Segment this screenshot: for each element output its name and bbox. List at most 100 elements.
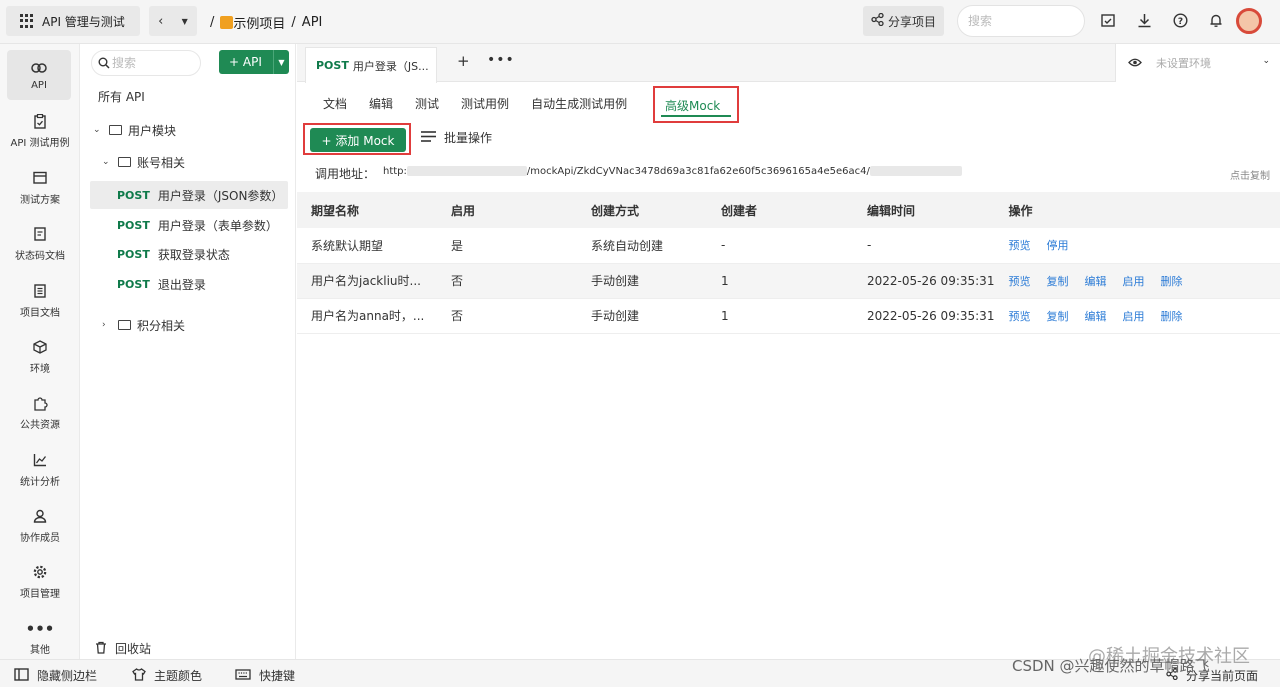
col-header: 创建方式 — [577, 192, 707, 228]
nav-label: 项目文档 — [20, 307, 60, 319]
preview-link[interactable]: 预览 — [1008, 239, 1030, 252]
tree-folder-account[interactable]: ⌄ 账号相关 — [81, 148, 296, 176]
tree-folder-points[interactable]: › 积分相关 — [81, 311, 296, 339]
shortcuts-button[interactable]: 快捷键 — [235, 667, 295, 684]
url-path: /mockApi/ZkdCyVNac3478d69a3c81fa62e60f5c… — [526, 166, 870, 177]
tab-edit[interactable]: 编辑 — [369, 94, 393, 118]
breadcrumb-sep: / — [210, 15, 215, 30]
calendar-check-icon[interactable] — [1100, 10, 1116, 30]
help-icon[interactable]: ? — [1172, 10, 1188, 30]
breadcrumb-api[interactable]: API — [302, 15, 323, 30]
disable-link[interactable]: 停用 — [1046, 239, 1068, 252]
folder-icon — [118, 320, 131, 330]
tree-folder-user-module[interactable]: ⌄ 用户模块 — [81, 116, 296, 144]
method-badge: POST — [117, 277, 150, 291]
trash-button[interactable]: 回收站 — [95, 640, 151, 657]
breadcrumb-project[interactable]: 示例项目 — [233, 13, 285, 32]
cell-name: 用户名为jackliu时... — [297, 263, 437, 299]
preview-link[interactable]: 预览 — [1008, 310, 1030, 323]
tree-api-item[interactable]: POST 用户登录（表单参数） — [81, 211, 296, 239]
tab-advanced-mock[interactable]: 高级Mock — [653, 86, 739, 123]
shortcuts-label: 快捷键 — [259, 669, 296, 683]
nav-item-shared-resources[interactable]: 公共资源 — [0, 388, 80, 438]
cell-enabled: 否 — [437, 263, 577, 299]
enable-link[interactable]: 启用 — [1122, 310, 1144, 323]
nav-item-environment[interactable]: 环境 — [0, 332, 80, 382]
nav-item-members[interactable]: 协作成员 — [0, 501, 80, 551]
trash-icon — [95, 641, 107, 657]
nav-item-statistics[interactable]: 统计分析 — [0, 445, 80, 495]
tree-api-item[interactable]: POST 获取登录状态 — [81, 240, 296, 268]
user-icon — [33, 509, 47, 525]
plus-icon[interactable]: + — [457, 52, 470, 70]
download-icon[interactable] — [1136, 10, 1152, 30]
nav-item-project-settings[interactable]: 项目管理 — [0, 557, 80, 607]
nav-item-status-docs[interactable]: 状态码文档 — [0, 219, 80, 269]
tree-api-item[interactable]: POST 用户登录（JSON参数） — [90, 181, 288, 209]
cube-icon — [33, 339, 47, 356]
tab-docs[interactable]: 文档 — [323, 94, 347, 118]
environment-select[interactable]: 未设置环境 ⌄ — [1115, 44, 1280, 82]
cell-creator: 1 — [707, 298, 853, 334]
table-row[interactable]: 用户名为anna时，... 否 手动创建 1 2022-05-26 09:35:… — [297, 298, 1280, 334]
nav-item-api[interactable]: API — [7, 50, 71, 100]
back-button[interactable]: ‹ ▼ — [149, 6, 197, 36]
chevron-down-icon[interactable]: ⌄ — [93, 125, 105, 135]
nav-item-more[interactable]: ••• 其他 — [0, 613, 80, 663]
theme-color-button[interactable]: 主题颜色 — [132, 667, 202, 684]
chevron-left-icon[interactable]: ‹ — [158, 14, 163, 29]
hide-sidebar-button[interactable]: 隐藏侧边栏 — [14, 667, 97, 684]
redacted — [869, 166, 962, 176]
cell-creator: 1 — [707, 263, 853, 299]
mock-toolbar: + 添加 Mock 批量操作 — [303, 123, 1280, 157]
app-switcher-button[interactable]: API 管理与测试 — [6, 6, 140, 36]
grid-icon — [20, 14, 34, 28]
table-row[interactable]: 用户名为jackliu时... 否 手动创建 1 2022-05-26 09:3… — [297, 263, 1280, 299]
chevron-right-icon[interactable]: › — [102, 320, 114, 330]
chevron-down-icon[interactable]: ⌄ — [102, 157, 114, 167]
bell-icon[interactable] — [1208, 10, 1224, 30]
enable-link[interactable]: 启用 — [1122, 275, 1144, 288]
tab-test-cases[interactable]: 测试用例 — [461, 94, 509, 118]
cell-creator: - — [707, 228, 853, 264]
share-project-button[interactable]: 分享项目 — [863, 6, 944, 36]
caret-down-icon[interactable]: ▼ — [182, 17, 188, 26]
top-bar: API 管理与测试 ‹ ▼ / 示例项目 / API 分享项目 搜索 ? — [0, 0, 1280, 44]
tab-test[interactable]: 测试 — [415, 94, 439, 118]
tree-search-input[interactable]: 搜索 — [91, 50, 201, 76]
tree-all-apis[interactable]: 所有 API — [81, 82, 296, 110]
top-search-input[interactable]: 搜索 — [957, 5, 1085, 37]
cell-name: 用户名为anna时，... — [297, 298, 437, 334]
caret-down-icon[interactable]: ▼ — [273, 50, 289, 74]
preview-link[interactable]: 预览 — [1008, 275, 1030, 288]
tree-api-item[interactable]: POST 退出登录 — [81, 270, 296, 298]
eye-icon[interactable] — [1128, 56, 1142, 70]
avatar[interactable] — [1236, 8, 1262, 34]
add-mock-button[interactable]: + 添加 Mock — [310, 128, 406, 152]
delete-link[interactable]: 删除 — [1160, 310, 1182, 323]
shirt-icon — [132, 667, 146, 684]
cell-enabled: 是 — [437, 228, 577, 264]
api-name: 用户登录（JSON参数） — [157, 188, 284, 203]
copy-link[interactable]: 复制 — [1046, 275, 1068, 288]
mock-url[interactable]: http: /mockApi/ZkdCyVNac3478d69a3c81fa62e… — [383, 166, 962, 177]
edit-link[interactable]: 编辑 — [1084, 275, 1106, 288]
keyboard-icon — [235, 668, 251, 683]
more-icon[interactable]: ••• — [487, 52, 515, 68]
tab-auto-test-cases[interactable]: 自动生成测试用例 — [531, 94, 627, 118]
tab-advanced-mock-label: 高级Mock — [665, 99, 721, 113]
left-nav: API API 测试用例 测试方案 状态码文档 项目文档 环境 公共资源 统计分… — [0, 44, 80, 659]
doc-tab-active[interactable]: POST 用户登录（JS... — [305, 47, 437, 83]
cell-name: 系统默认期望 — [297, 228, 437, 264]
edit-link[interactable]: 编辑 — [1084, 310, 1106, 323]
clipboard-icon — [34, 113, 46, 130]
nav-item-project-docs[interactable]: 项目文档 — [0, 276, 80, 326]
copy-url-link[interactable]: 点击复制 — [1230, 167, 1270, 182]
delete-link[interactable]: 删除 — [1160, 275, 1182, 288]
copy-link[interactable]: 复制 — [1046, 310, 1068, 323]
add-api-button[interactable]: + API ▼ — [219, 50, 289, 74]
nav-item-test-cases[interactable]: API 测试用例 — [0, 106, 80, 156]
nav-item-test-plans[interactable]: 测试方案 — [0, 163, 80, 213]
table-row[interactable]: 系统默认期望 是 系统自动创建 - - 预览 停用 — [297, 228, 1280, 264]
batch-operations-button[interactable]: 批量操作 — [421, 129, 492, 146]
